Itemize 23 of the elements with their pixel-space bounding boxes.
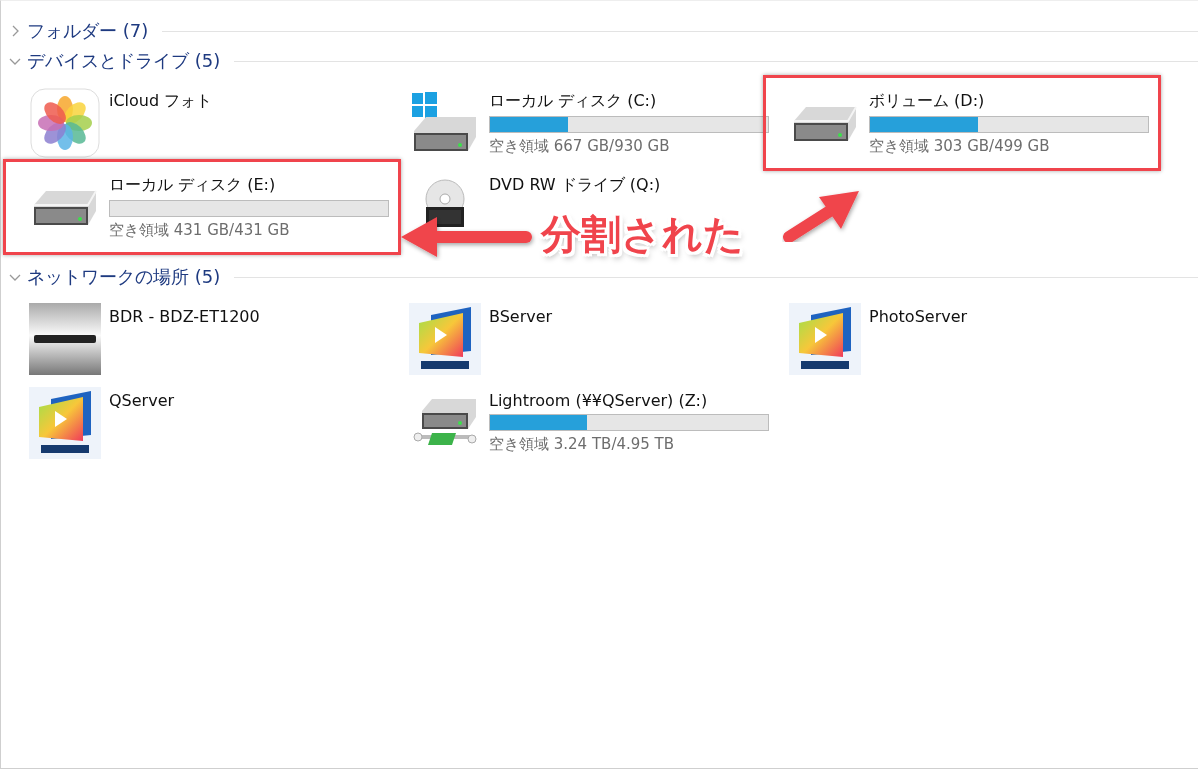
item-name[interactable]: BDR - BDZ-ET1200 <box>109 307 260 326</box>
item-name[interactable]: Lightroom (¥¥QServer) (Z:) <box>489 391 769 410</box>
free-space-text: 空き領域 667 GB/930 GB <box>489 137 671 156</box>
group-title[interactable]: フォルダー (7) <box>27 19 149 43</box>
item-name[interactable]: iCloud フォト <box>109 91 213 112</box>
item-name[interactable]: BServer <box>489 307 553 326</box>
item-name[interactable]: ローカル ディスク (E:) <box>109 175 389 196</box>
item-name[interactable]: PhotoServer <box>869 307 968 326</box>
free-space-text: 空き領域 303 GB/499 GB <box>869 137 1051 156</box>
item-name[interactable]: ボリューム (D:) <box>869 91 1149 112</box>
item-name[interactable]: QServer <box>109 391 175 410</box>
annotation-text: 分割された <box>541 210 744 259</box>
free-space-text: 空き領域 3.24 TB/4.95 TB <box>489 435 676 454</box>
item-name[interactable]: ローカル ディスク (C:) <box>489 91 769 112</box>
free-space-text: 空き領域 431 GB/431 GB <box>109 221 291 240</box>
group-title[interactable]: デバイスとドライブ (5) <box>27 49 221 73</box>
nas-app-icon <box>789 303 861 375</box>
nas-app-icon <box>409 303 481 375</box>
photos-icon <box>30 88 100 158</box>
group-title[interactable]: ネットワークの場所 (5) <box>27 265 221 289</box>
nas-app-icon <box>29 387 101 459</box>
item-name[interactable]: DVD RW ドライブ (Q:) <box>489 175 661 196</box>
recorder-photo <box>29 303 101 375</box>
